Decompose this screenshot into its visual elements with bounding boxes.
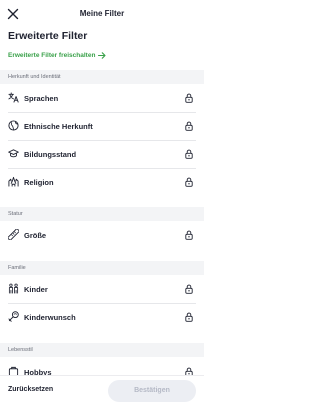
footer-bar: Zurücksetzen Bestätigen — [0, 375, 204, 411]
filter-label: Bildungsstand — [24, 149, 77, 159]
section-label: Statur — [8, 210, 23, 217]
lock-icon — [185, 177, 193, 187]
ruler-icon — [8, 229, 19, 240]
section-header-stature: Statur — [0, 207, 204, 221]
filter-label: Größe — [24, 230, 47, 240]
lock-icon — [185, 284, 193, 294]
language-icon — [8, 92, 19, 103]
section-header-family: Familie — [0, 261, 204, 275]
unlock-filters-label: Erweiterte Filter freischalten — [8, 52, 96, 59]
filter-label: Kinderwunsch — [24, 312, 76, 322]
reset-button[interactable]: Zurücksetzen — [8, 386, 53, 393]
arrow-right-icon — [98, 52, 106, 59]
filter-row-children[interactable]: Kinder — [0, 276, 204, 303]
section-label: Lebensstil — [8, 346, 33, 353]
section-label: Familie — [8, 264, 26, 271]
unlock-filters-link[interactable]: Erweiterte Filter freischalten — [8, 52, 106, 59]
top-bar: Meine Filter — [0, 0, 204, 28]
lock-icon — [185, 121, 193, 131]
filter-row-religion[interactable]: Religion — [0, 169, 204, 196]
child-wish-icon — [8, 311, 19, 322]
lock-icon — [185, 230, 193, 240]
filter-row-languages[interactable]: Sprachen — [0, 85, 204, 112]
filter-label: Kinder — [24, 284, 48, 294]
children-icon — [8, 283, 19, 294]
confirm-button[interactable]: Bestätigen — [108, 380, 196, 402]
globe-icon — [8, 120, 19, 131]
section-label: Herkunft und Identität — [8, 73, 61, 80]
section-header-lifestyle: Lebensstil — [0, 343, 204, 357]
graduation-cap-icon — [8, 149, 19, 158]
lock-icon — [185, 312, 193, 322]
filter-row-height[interactable]: Größe — [0, 222, 204, 249]
religion-icon — [8, 176, 19, 187]
header-title: Meine Filter — [79, 9, 125, 18]
filter-row-child-wish[interactable]: Kinderwunsch — [0, 304, 204, 331]
filter-label: Sprachen — [24, 93, 59, 103]
page-title: Erweiterte Filter — [8, 30, 88, 42]
lock-icon — [185, 93, 193, 103]
filter-label: Ethnische Herkunft — [24, 121, 93, 131]
filter-row-education[interactable]: Bildungsstand — [0, 141, 204, 168]
close-icon[interactable] — [7, 8, 19, 20]
section-header-origin: Herkunft und Identität — [0, 70, 204, 84]
filter-row-ethnicity[interactable]: Ethnische Herkunft — [0, 113, 204, 140]
lock-icon — [185, 149, 193, 159]
filter-label: Religion — [24, 177, 54, 187]
